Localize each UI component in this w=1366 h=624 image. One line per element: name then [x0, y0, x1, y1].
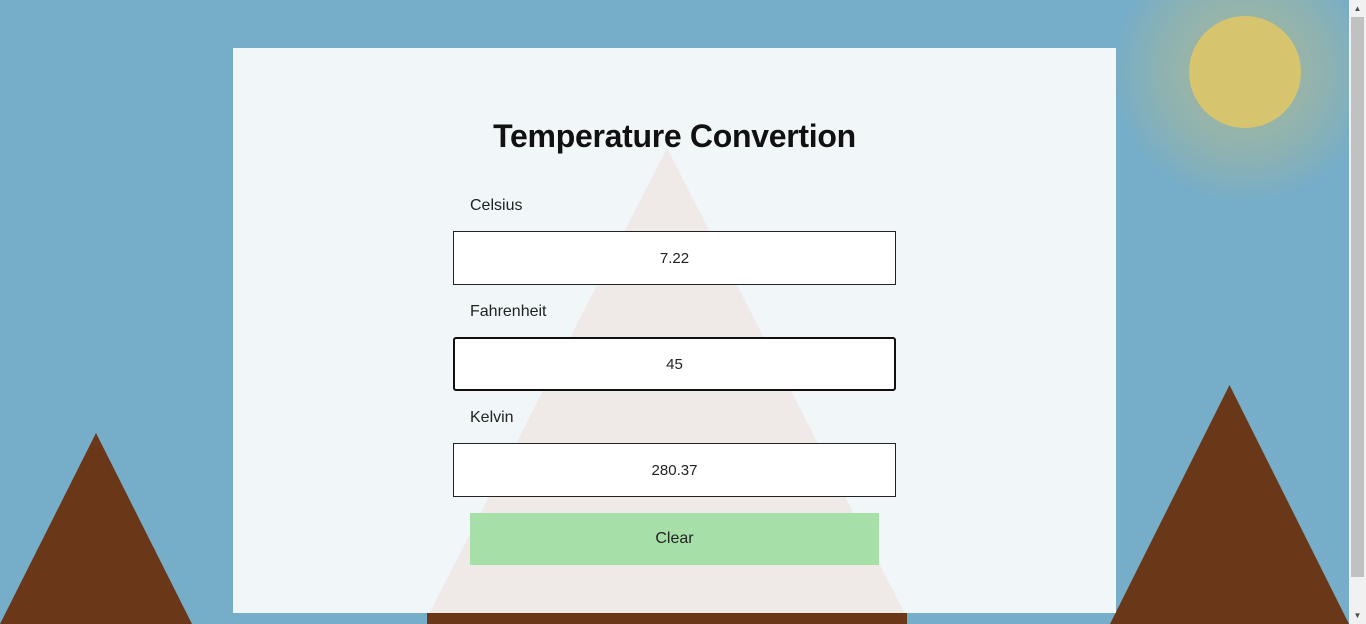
sun-illustration	[1189, 16, 1301, 128]
mountain-right-illustration	[1110, 385, 1349, 624]
celsius-label: Celsius	[470, 197, 523, 214]
page-background: Temperature Convertion Celsius Fahrenhei…	[0, 0, 1366, 624]
vertical-scrollbar[interactable]: ▲ ▼	[1349, 0, 1366, 624]
celsius-input[interactable]	[453, 231, 896, 285]
page-title: Temperature Convertion	[493, 118, 856, 154]
kelvin-label: Kelvin	[470, 409, 514, 426]
fahrenheit-label: Fahrenheit	[470, 303, 547, 320]
mountain-center-base-illustration	[427, 612, 907, 624]
clear-button[interactable]: Clear	[470, 513, 879, 565]
kelvin-input[interactable]	[453, 443, 896, 497]
scroll-down-arrow-icon[interactable]: ▼	[1349, 607, 1366, 624]
mountain-left-illustration	[0, 433, 192, 624]
scrollbar-thumb[interactable]	[1351, 17, 1364, 577]
converter-panel: Temperature Convertion Celsius Fahrenhei…	[233, 48, 1116, 613]
scroll-up-arrow-icon[interactable]: ▲	[1349, 0, 1366, 17]
fahrenheit-input[interactable]	[453, 337, 896, 391]
